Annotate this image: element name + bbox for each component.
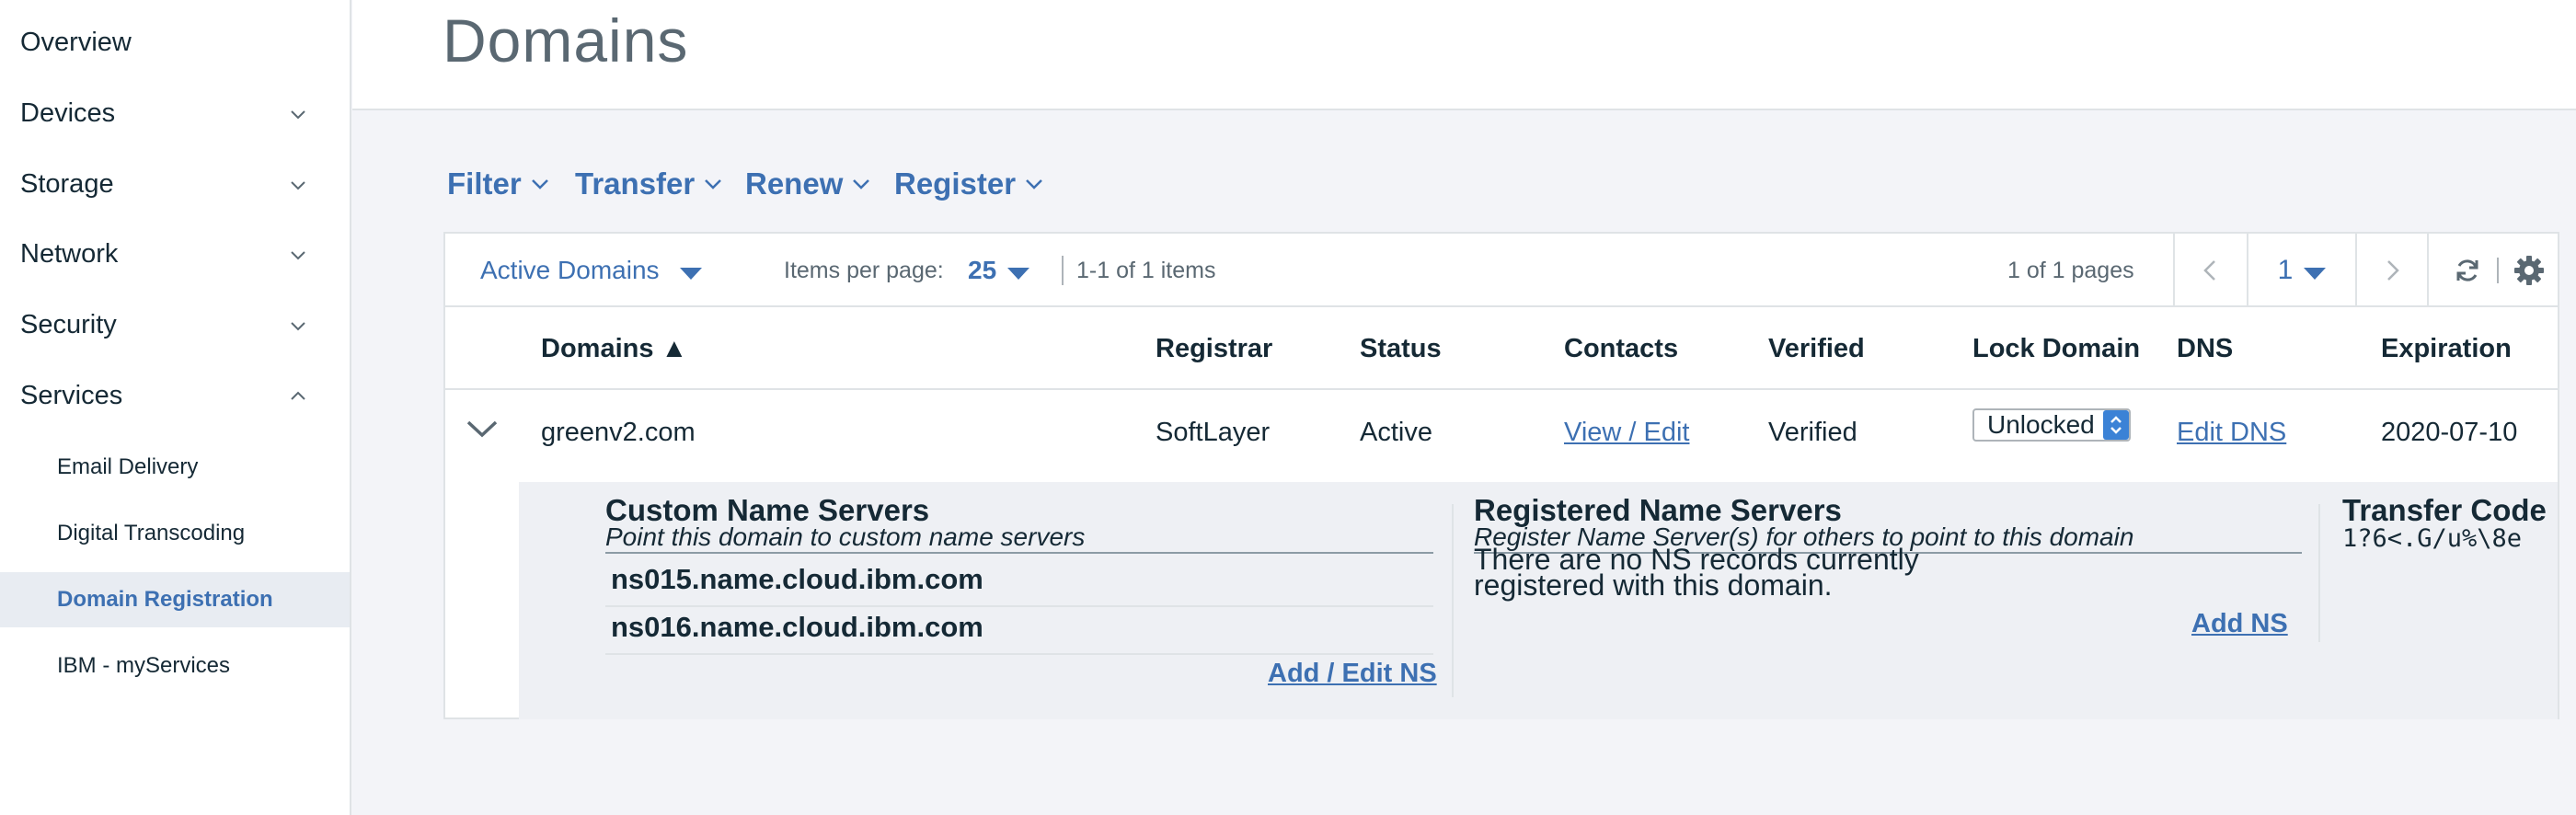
items-per-page-value: 25 <box>968 256 997 284</box>
contacts-view-edit-link[interactable]: View / Edit <box>1564 392 1689 473</box>
divider <box>605 605 1433 607</box>
settings-button[interactable] <box>2508 234 2550 307</box>
items-per-page-label: Items per page: <box>784 257 944 283</box>
sidebar: Overview Devices Storage Network Securit… <box>0 0 351 815</box>
renew-menu[interactable]: Renew <box>745 161 872 207</box>
column-header-contacts: Contacts <box>1564 333 1679 363</box>
chevron-left-icon <box>2203 260 2215 281</box>
column-header-lock-domain: Lock Domain <box>1972 333 2141 363</box>
sidebar-item-label: Security <box>20 310 117 339</box>
filter-menu[interactable]: Filter <box>447 161 551 207</box>
column-header-domains[interactable]: Domains ▲ <box>541 307 687 390</box>
page-select-value: 1 <box>2277 255 2294 285</box>
chevron-down-icon <box>291 321 305 330</box>
sidebar-item-label: Devices <box>20 98 116 128</box>
chevron-down-icon <box>853 179 870 189</box>
select-arrows-icon <box>2103 410 2129 440</box>
renew-label: Renew <box>745 166 844 201</box>
page-select[interactable]: 1 <box>2247 234 2355 307</box>
divider <box>2318 504 2320 642</box>
custom-ns-server: ns016.name.cloud.ibm.com <box>611 611 983 643</box>
transfer-code-value: 1?6<.G/u%\8e <box>2342 524 2523 553</box>
chevron-down-icon <box>1026 179 1042 189</box>
sidebar-subitem-digital-transcoding[interactable]: Digital Transcoding <box>0 506 350 561</box>
cell-verified: Verified <box>1768 417 1857 447</box>
view-select[interactable]: Active Domains <box>480 234 702 307</box>
caret-down-icon <box>679 267 702 280</box>
chevron-down-icon <box>705 179 722 189</box>
refresh-icon <box>2456 259 2478 281</box>
range-text: 1-1 of 1 items <box>1076 257 1216 283</box>
pages-text: 1 of 1 pages <box>2007 257 2134 283</box>
chevron-down-icon <box>531 179 548 189</box>
gear-icon <box>2514 256 2544 285</box>
add-ns-link[interactable]: Add NS <box>2191 609 2288 639</box>
lock-domain-value: Unlocked <box>1987 410 2095 439</box>
domains-table-panel: Active Domains Items per page: 25 1-1 of… <box>443 232 2559 719</box>
divider <box>2497 258 2499 283</box>
custom-ns-subtitle: Point this domain to custom name servers <box>605 522 1433 554</box>
sidebar-subitem-label: Digital Transcoding <box>57 521 246 545</box>
chevron-up-icon <box>291 391 305 400</box>
transfer-code-title: Transfer Code <box>2342 493 2547 527</box>
column-header-dns: DNS <box>2177 333 2234 363</box>
sidebar-subitem-email-delivery[interactable]: Email Delivery <box>0 440 350 495</box>
sidebar-subitem-ibm-myservices[interactable]: IBM - myServices <box>0 638 350 694</box>
refresh-button[interactable] <box>2449 234 2486 307</box>
table-header: Domains ▲ Registrar Status Contacts Veri… <box>445 307 2558 390</box>
cell-expiration: 2020-07-10 <box>2381 417 2518 447</box>
chevron-down-icon <box>291 250 305 259</box>
custom-ns-server: ns015.name.cloud.ibm.com <box>611 563 983 595</box>
filter-label: Filter <box>447 166 522 201</box>
transfer-label: Transfer <box>575 166 696 201</box>
column-header-registrar: Registrar <box>1156 333 1273 363</box>
chevron-down-icon <box>291 180 305 189</box>
sidebar-item-network[interactable]: Network <box>0 219 350 290</box>
page-header: Domains <box>352 0 2576 110</box>
chevron-down-icon <box>466 420 498 438</box>
sidebar-subitem-label: Domain Registration <box>57 587 273 612</box>
prev-page-button[interactable] <box>2173 234 2247 307</box>
sidebar-item-devices[interactable]: Devices <box>0 78 350 149</box>
view-select-value: Active Domains <box>480 256 660 284</box>
caret-down-icon <box>2304 267 2327 280</box>
table-row: greenv2.com SoftLayer Active View / Edit… <box>445 392 2558 473</box>
chevron-right-icon <box>2387 260 2399 281</box>
transfer-menu[interactable]: Transfer <box>575 161 724 207</box>
divider <box>605 653 1433 655</box>
cell-status: Active <box>1360 417 1432 447</box>
sidebar-item-label: Network <box>20 239 119 269</box>
chevron-down-icon <box>291 109 305 119</box>
next-page-button[interactable] <box>2355 234 2429 307</box>
column-header-expiration: Expiration <box>2381 333 2512 363</box>
items-per-page-select[interactable]: 25 <box>968 234 1030 307</box>
caret-down-icon <box>1007 267 1030 280</box>
sidebar-item-label: Services <box>20 381 123 410</box>
column-header-verified: Verified <box>1768 333 1865 363</box>
sidebar-subitem-domain-registration[interactable]: Domain Registration <box>0 572 350 627</box>
registered-ns-empty-message: There are no NS records currently regist… <box>1474 545 1919 602</box>
sidebar-item-storage[interactable]: Storage <box>0 149 350 220</box>
domain-details-panel: Custom Name Servers Point this domain to… <box>519 482 2558 719</box>
sidebar-subitem-label: IBM - myServices <box>57 653 231 678</box>
cell-domain: greenv2.com <box>541 417 696 447</box>
sidebar-item-label: Storage <box>20 169 114 199</box>
sidebar-item-overview[interactable]: Overview <box>0 7 350 78</box>
lock-domain-select[interactable]: Unlocked <box>1972 408 2131 442</box>
sidebar-subitem-label: Email Delivery <box>57 454 199 479</box>
register-label: Register <box>894 166 1017 201</box>
column-header-status: Status <box>1360 333 1442 363</box>
edit-dns-link[interactable]: Edit DNS <box>2177 392 2286 473</box>
page-title: Domains <box>443 6 689 75</box>
divider <box>1062 256 1064 285</box>
register-menu[interactable]: Register <box>894 161 1045 207</box>
empty-message-line: registered with this domain. <box>1474 568 1833 602</box>
table-toolbar: Active Domains Items per page: 25 1-1 of… <box>445 234 2558 307</box>
sidebar-item-services[interactable]: Services <box>0 361 350 431</box>
add-edit-ns-link[interactable]: Add / Edit NS <box>1268 659 1437 689</box>
sidebar-item-security[interactable]: Security <box>0 290 350 361</box>
divider <box>1452 504 1454 697</box>
cell-registrar: SoftLayer <box>1156 417 1271 447</box>
sidebar-item-label: Overview <box>20 28 132 57</box>
